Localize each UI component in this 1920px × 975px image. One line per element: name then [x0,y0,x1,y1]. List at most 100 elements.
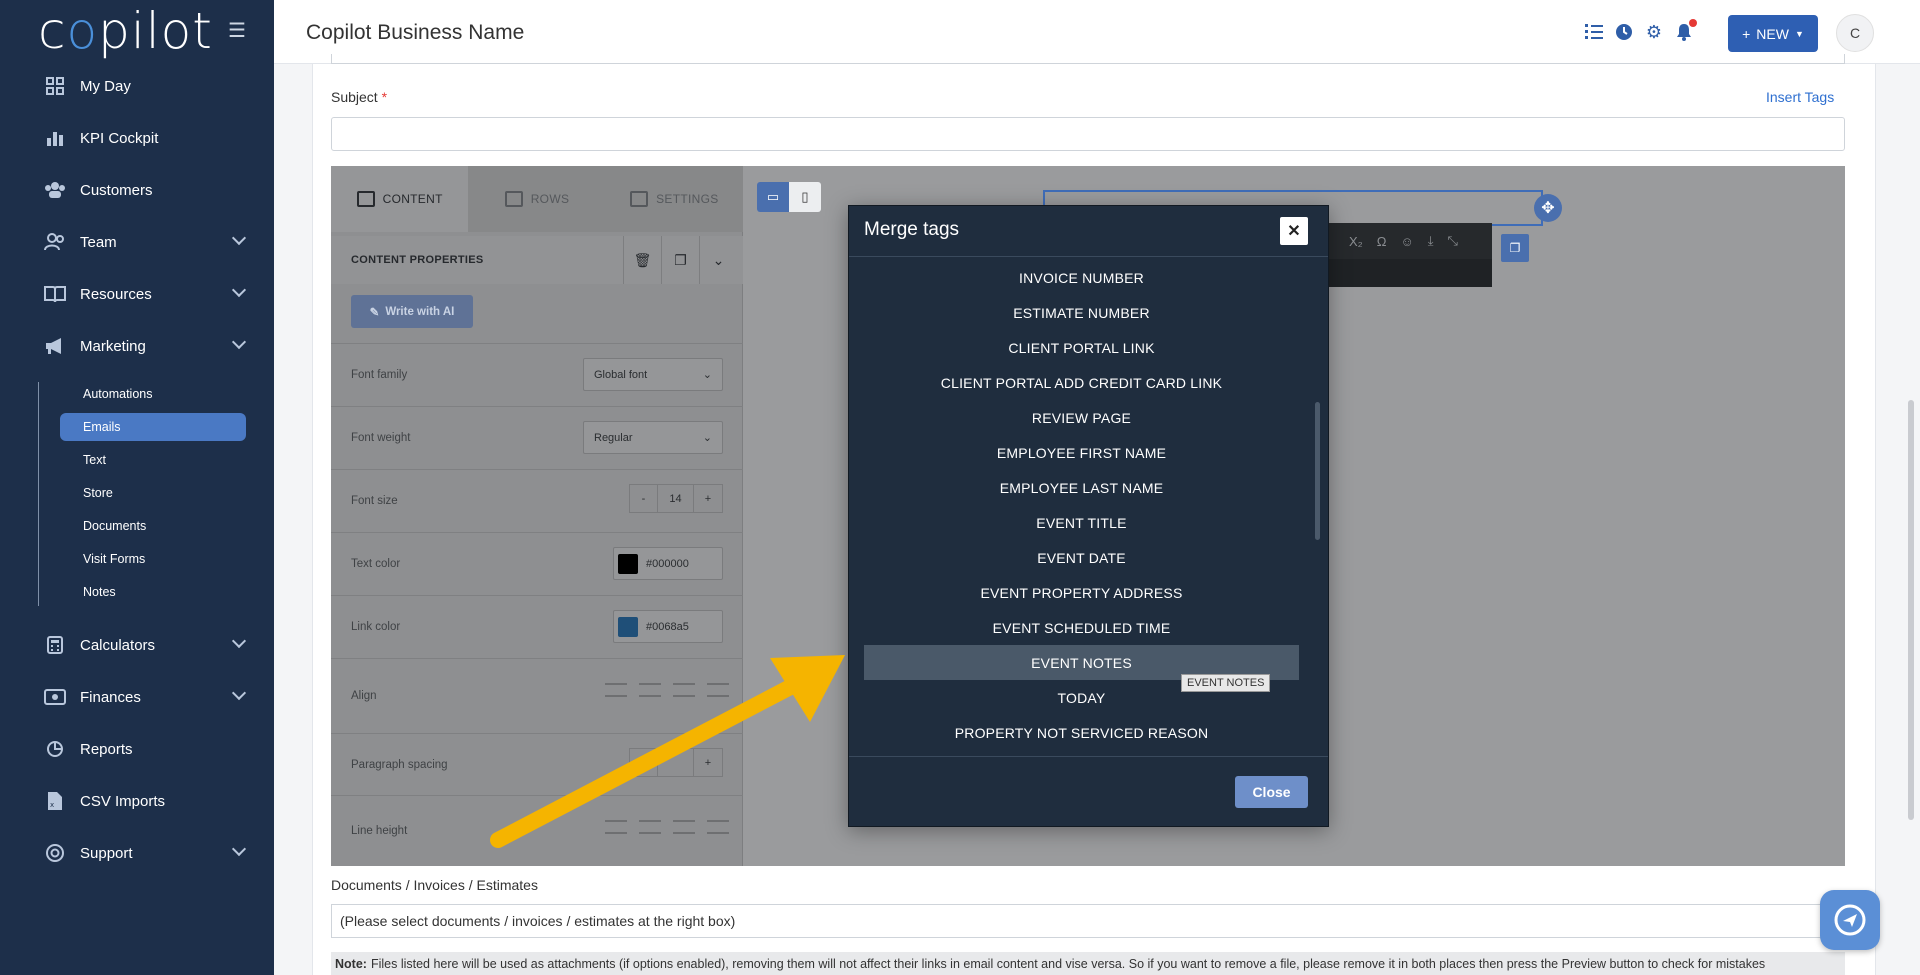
documents-input[interactable]: (Please select documents / invoices / es… [331,904,1845,938]
move-handle-icon[interactable]: ✥ [1534,194,1562,222]
avatar[interactable]: C [1836,14,1874,52]
special-char-icon[interactable]: Ω [1377,234,1387,249]
color-swatch [618,616,638,637]
annotation-arrow-icon [490,655,845,848]
device-toggle: ▭ ▯ [757,182,821,212]
bell-icon[interactable] [1674,19,1697,42]
link-color-value: #0068a5 [646,620,689,633]
merge-tag-item[interactable]: EMPLOYEE FIRST NAME [864,435,1299,470]
merge-tag-item[interactable]: EVENT TITLE [864,505,1299,540]
sidebar-subitem-documents[interactable]: Documents [60,512,246,540]
logo[interactable]: copilot [38,2,213,60]
sidebar-subitem-emails[interactable]: Emails [60,413,246,441]
previous-field[interactable] [331,54,1845,64]
chat-widget-button[interactable] [1820,890,1880,950]
duplicate-icon[interactable]: ❐ [661,236,699,284]
merge-tag-item[interactable]: REVIEW PAGE [864,400,1299,435]
chevron-down-icon[interactable] [231,841,247,857]
chevron-down-icon[interactable] [231,685,247,701]
merge-tag-item[interactable]: EVENT DATE [864,540,1299,575]
write-with-ai-button[interactable]: ✎ Write with AI [351,295,473,328]
decrement-button[interactable]: - [630,485,658,512]
chevron-down-icon[interactable] [231,230,247,246]
font-weight-select[interactable]: Regular ⌄ [583,421,723,454]
collapse-icon[interactable]: ⤡ [1447,233,1457,249]
sidebar-item-team[interactable]: Team [44,224,247,260]
page-scrollbar[interactable] [1908,400,1914,820]
sidebar-subitem-text[interactable]: Text [60,446,246,474]
chevron-down-icon[interactable] [231,334,247,350]
increment-button[interactable]: + [694,485,722,512]
sidebar-item-finances[interactable]: Finances [44,679,247,715]
insert-tags-link[interactable]: Insert Tags [1766,89,1834,105]
menu-toggle-icon[interactable]: ☰ [228,18,246,43]
sidebar-item-resources[interactable]: Resources [44,276,247,312]
align-label: Align [351,690,377,702]
megaphone-icon [44,335,66,357]
task-list-icon[interactable] [1584,22,1604,42]
emoji-icon[interactable]: ☺ [1400,234,1413,249]
sidebar-item-csv-imports[interactable]: x CSV Imports [44,783,244,819]
subject-input[interactable] [331,117,1845,151]
close-button[interactable]: Close [1235,776,1308,808]
note-text: Files listed here will be used as attach… [370,956,1766,971]
sidebar-subitem-store[interactable]: Store [60,479,246,507]
tab-rows[interactable]: ROWS [468,166,605,232]
tab-label: ROWS [530,192,570,206]
link-color-picker[interactable]: #0068a5 [613,610,723,643]
sidebar-item-customers[interactable]: Customers [44,172,244,208]
sidebar-item-label: Calculators [80,636,156,654]
new-button[interactable]: + NEW ▼ [1728,15,1818,52]
subnav-line [38,382,39,606]
merge-tag-item[interactable]: PROPERTY NOT SERVICED REASON [864,715,1299,750]
subscript-icon[interactable]: X₂ [1349,234,1363,249]
close-icon[interactable]: ✕ [1280,217,1308,245]
trash-icon[interactable]: 🗑 [623,236,661,284]
tab-content[interactable]: CONTENT [331,166,469,232]
download-icon[interactable]: ⤓ [1428,233,1434,249]
merge-tag-item[interactable]: CLIENT PORTAL LINK [864,330,1299,365]
lifebuoy-icon [44,842,66,864]
tab-settings[interactable]: SETTINGS [606,166,743,232]
paragraph-spacing-label: Paragraph spacing [351,758,448,771]
merge-tag-item[interactable]: CLIENT PORTAL ADD CREDIT CARD LINK [864,365,1299,400]
sidebar-item-label: Reports [80,740,133,758]
sidebar-subitem-automations[interactable]: Automations [60,380,246,408]
sidebar-subitem-visit-forms[interactable]: Visit Forms [60,545,246,573]
sidebar-item-marketing[interactable]: Marketing [44,328,247,364]
sidebar-item-reports[interactable]: Reports [44,731,244,767]
font-family-select[interactable]: Global font ⌄ [583,358,723,391]
sidebar-item-label: Team [80,233,117,251]
font-size-stepper[interactable]: - 14 + [629,484,723,513]
sidebar-item-kpi-cockpit[interactable]: KPI Cockpit [44,120,244,156]
mobile-icon[interactable]: ▯ [789,182,821,212]
text-color-picker[interactable]: #000000 [613,547,723,580]
modal-scrollbar[interactable] [1315,402,1320,540]
merge-tag-item[interactable]: EMPLOYEE LAST NAME [864,470,1299,505]
sidebar-subitem-notes[interactable]: Notes [60,578,246,606]
tab-label: CONTENT [382,192,443,206]
settings-icon [630,191,649,207]
sidebar-item-calculators[interactable]: Calculators [44,627,247,663]
chevron-down-icon[interactable] [231,633,247,649]
text-color-row: Text color #000000 [331,532,743,595]
top-icons: ⚙ [1584,19,1697,42]
merge-tag-item[interactable]: EVENT SCHEDULED TIME [864,610,1299,645]
desktop-icon[interactable]: ▭ [757,182,789,212]
font-family-value: Global font [594,368,648,381]
sidebar-item-support[interactable]: Support [44,835,247,871]
chevron-down-icon[interactable] [231,282,247,298]
chevron-down-icon: ⌄ [702,432,712,444]
clock-icon[interactable] [1614,22,1634,42]
merge-tag-item[interactable]: ESTIMATE NUMBER [864,295,1299,330]
merge-tag-item[interactable]: EVENT PROPERTY ADDRESS [864,575,1299,610]
gear-icon[interactable]: ⚙ [1644,22,1664,42]
sidebar-item-my-day[interactable]: My Day [44,68,244,104]
line-height-label: Line height [351,825,408,837]
documents-label: Documents / Invoices / Estimates [331,877,538,893]
font-size-value[interactable]: 14 [658,485,694,512]
copy-block-icon[interactable]: ❐ [1501,234,1529,262]
merge-tag-item[interactable]: INVOICE NUMBER [864,260,1299,295]
chevron-down-icon[interactable]: ⌄ [699,236,737,284]
magic-wand-icon: ✎ [369,306,380,319]
